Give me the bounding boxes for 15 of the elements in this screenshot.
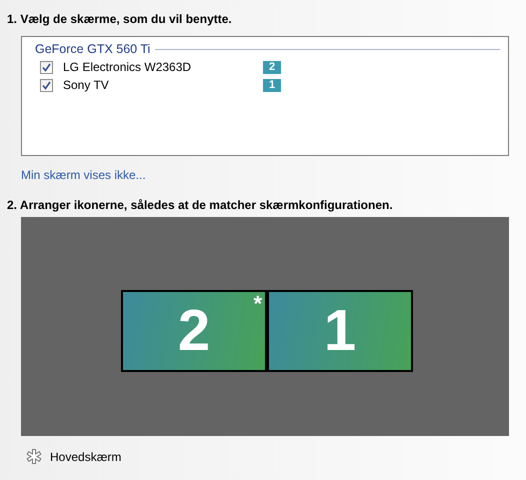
step-heading: 1. Vælg de skærme, som du vil benytte. bbox=[7, 11, 233, 27]
star-icon bbox=[25, 448, 43, 466]
primary-mark: * bbox=[253, 294, 262, 314]
group-title: GeForce GTX 560 Ti bbox=[35, 42, 150, 56]
step-heading: 2. Arranger ikonerne, således at de matcher skærmkonfigurationen. bbox=[7, 197, 394, 213]
display-number: 2 bbox=[263, 60, 281, 74]
display-name: Sony TV bbox=[63, 78, 110, 92]
display-number: 1 bbox=[263, 78, 281, 92]
legend-label: Hovedskærm bbox=[50, 450, 122, 464]
display-name: LG Electronics W2363D bbox=[63, 60, 192, 74]
checkbox[interactable] bbox=[40, 60, 53, 74]
checkbox[interactable] bbox=[40, 78, 53, 92]
monitor-tile[interactable]: 1 bbox=[267, 290, 413, 372]
missing-display-link[interactable]: Min skærm vises ikke... bbox=[21, 168, 146, 182]
monitor-tile[interactable]: 2 * bbox=[121, 290, 267, 372]
